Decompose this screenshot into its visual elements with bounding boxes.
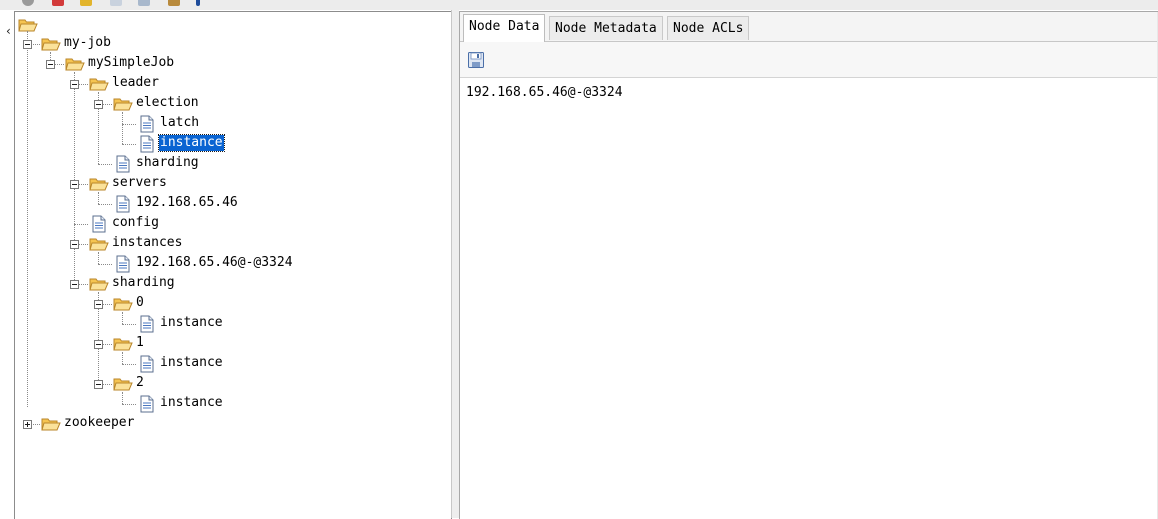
tab-node-data[interactable]: Node Data	[463, 14, 546, 42]
file-icon	[116, 195, 130, 217]
file-icon	[140, 135, 154, 157]
tree-connector	[122, 404, 136, 405]
folder-icon	[89, 76, 109, 96]
collapse-icon[interactable]	[94, 340, 103, 349]
node-detail-panel: Node Data Node Metadata Node ACLs 192.16…	[459, 11, 1158, 519]
toolbar-icon[interactable]	[168, 0, 180, 6]
collapse-icon[interactable]	[94, 100, 103, 109]
collapse-icon[interactable]	[46, 60, 55, 69]
tree-node-label[interactable]: instance	[159, 355, 224, 371]
file-icon	[140, 315, 154, 337]
folder-icon	[113, 376, 133, 396]
tree-connector	[27, 31, 28, 407]
file-icon	[116, 255, 130, 277]
tree-connector	[122, 112, 123, 144]
folder-icon	[113, 296, 133, 316]
collapse-icon[interactable]	[23, 40, 32, 49]
collapse-icon[interactable]	[94, 300, 103, 309]
toolbar-icon[interactable]	[52, 0, 64, 6]
tree-node-label[interactable]: 1	[135, 335, 145, 351]
collapse-icon[interactable]	[70, 240, 79, 249]
folder-icon	[65, 56, 85, 76]
tree-node-label[interactable]: 192.168.65.46@-@3324	[135, 255, 294, 271]
toolbar-icon[interactable]	[22, 0, 34, 6]
tree-connector	[98, 264, 112, 265]
tree-node-label[interactable]: sharding	[111, 275, 176, 291]
tab-bar: Node Data Node Metadata Node ACLs	[460, 12, 1158, 42]
tree-node-label[interactable]: 0	[135, 295, 145, 311]
tree-connector	[122, 144, 136, 145]
file-icon	[140, 355, 154, 377]
tree-node-label[interactable]: zookeeper	[63, 415, 135, 431]
save-icon[interactable]	[467, 51, 485, 69]
folder-icon	[89, 236, 109, 256]
tree-node-label[interactable]: sharding	[135, 155, 200, 171]
folder-icon	[113, 96, 133, 116]
file-icon	[140, 395, 154, 417]
tree-node-label[interactable]: election	[135, 95, 200, 111]
tree-panel[interactable]: my-job mySimpleJob leader election latch inst…	[14, 11, 452, 519]
collapse-icon[interactable]	[94, 380, 103, 389]
tree-connector	[122, 124, 136, 125]
folder-icon	[41, 36, 61, 56]
tree-node-label[interactable]: instance	[159, 395, 224, 411]
tree-node-label[interactable]: 192.168.65.46	[135, 195, 239, 211]
tree-node-label[interactable]: instances	[111, 235, 183, 251]
tree-node-label[interactable]: servers	[111, 175, 168, 191]
toolbar	[0, 0, 1158, 10]
collapse-arrow-icon[interactable]: ‹	[6, 24, 11, 38]
tree-node-label[interactable]: leader	[111, 75, 160, 91]
tree-node-label[interactable]: 2	[135, 375, 145, 391]
tree-connector	[98, 204, 112, 205]
collapse-icon[interactable]	[70, 280, 79, 289]
file-icon	[92, 215, 106, 237]
folder-icon	[89, 276, 109, 296]
root-folder-icon[interactable]	[18, 17, 38, 37]
toolbar-icon[interactable]	[80, 0, 92, 6]
tree-connector	[98, 164, 112, 165]
tab-node-acls[interactable]: Node ACLs	[667, 16, 750, 40]
tree-connector	[74, 224, 88, 225]
expand-icon[interactable]	[23, 420, 32, 429]
toolbar-icon[interactable]	[138, 0, 150, 6]
toolbar-icon[interactable]	[196, 0, 200, 6]
file-icon	[116, 155, 130, 177]
tree-connector	[122, 324, 136, 325]
tree-node-label[interactable]: my-job	[63, 35, 112, 51]
toolbar-icon[interactable]	[110, 0, 122, 6]
tree-connector	[122, 364, 136, 365]
node-data-toolbar	[460, 42, 1158, 78]
tree-connector	[74, 72, 75, 284]
tree-node-label[interactable]: instance	[159, 315, 224, 331]
tree-node-label-selected[interactable]: instance	[158, 134, 225, 152]
folder-icon	[41, 416, 61, 436]
tree-node-label[interactable]: config	[111, 215, 160, 231]
node-data-content[interactable]: 192.168.65.46@-@3324	[466, 85, 623, 100]
folder-icon	[89, 176, 109, 196]
tree-node-label[interactable]: mySimpleJob	[87, 55, 175, 71]
folder-icon	[113, 336, 133, 356]
window-edge: ‹	[0, 10, 13, 518]
tab-node-metadata[interactable]: Node Metadata	[549, 16, 663, 40]
panel-splitter[interactable]	[451, 10, 459, 518]
tree-node-label[interactable]: latch	[159, 115, 200, 131]
collapse-icon[interactable]	[70, 80, 79, 89]
file-icon	[140, 115, 154, 137]
collapse-icon[interactable]	[70, 180, 79, 189]
